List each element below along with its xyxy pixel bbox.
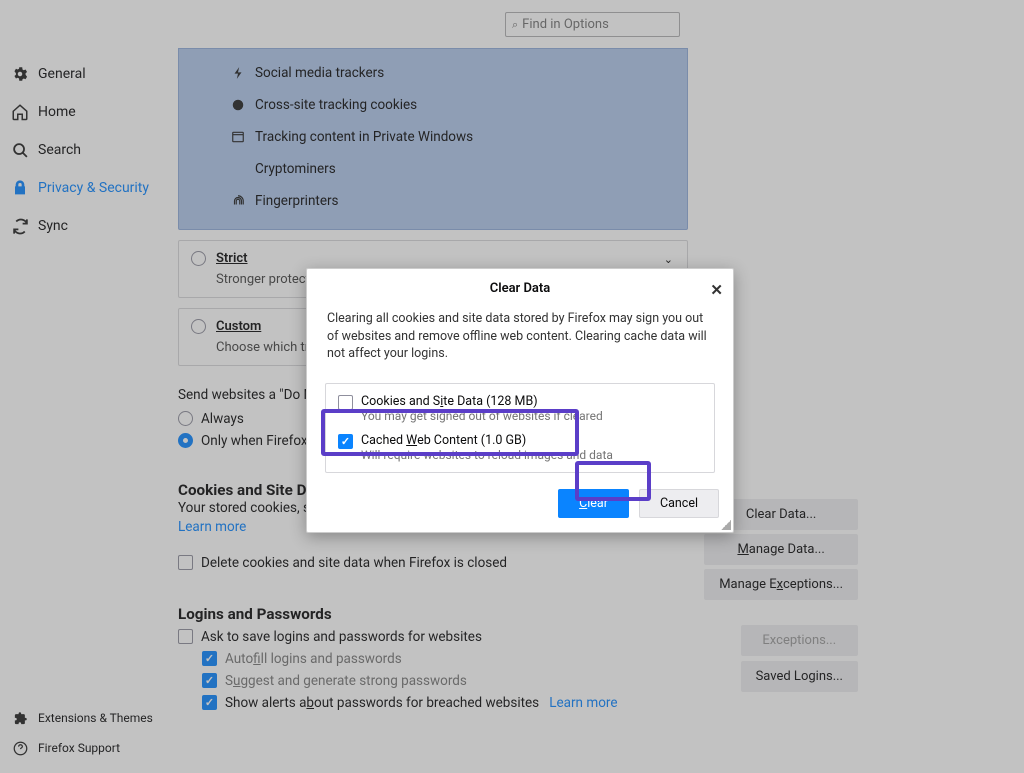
dialog-body: Clearing all cookies and site data store… — [307, 304, 733, 375]
opt-cookies-checkbox[interactable] — [338, 395, 353, 410]
opt-cached-row[interactable]: Cached Web Content (1.0 GB) Will require… — [338, 433, 702, 462]
opt-cookies-title: Cookies and Site Data (128 MB) — [361, 394, 603, 409]
opt-cookies-sub: You may get signed out of websites if cl… — [361, 409, 603, 423]
resize-handle[interactable] — [721, 520, 731, 530]
dialog-buttons: Clear Cancel — [307, 473, 733, 532]
dialog-title: Clear Data ✕ — [307, 269, 733, 304]
dialog-options: Cookies and Site Data (128 MB) You may g… — [325, 383, 715, 473]
clear-data-dialog: Clear Data ✕ Clearing all cookies and si… — [306, 268, 734, 533]
opt-cached-checkbox[interactable] — [338, 434, 353, 449]
opt-cached-sub: Will require websites to reload images a… — [361, 448, 613, 462]
close-icon[interactable]: ✕ — [710, 281, 723, 299]
dialog-cancel-button[interactable]: Cancel — [639, 489, 719, 518]
opt-cached-title: Cached Web Content (1.0 GB) — [361, 433, 613, 448]
dialog-clear-button[interactable]: Clear — [558, 489, 629, 518]
opt-cookies-row[interactable]: Cookies and Site Data (128 MB) You may g… — [338, 394, 702, 423]
